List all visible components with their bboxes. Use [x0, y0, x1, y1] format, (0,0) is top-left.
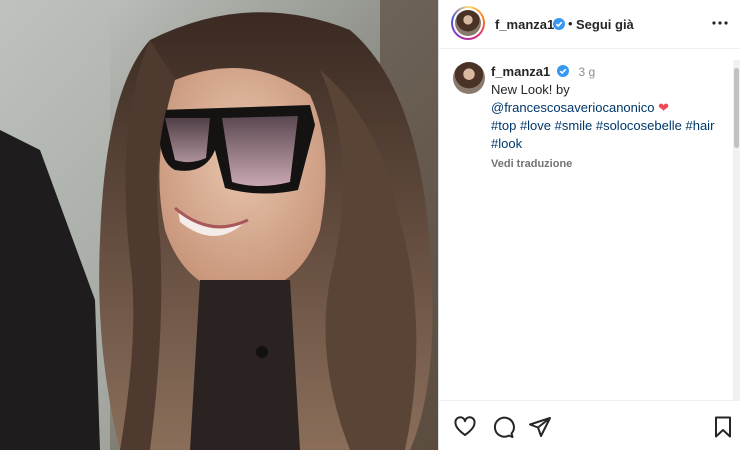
caption-avatar[interactable] [453, 62, 485, 94]
caption-username[interactable]: f_manza1 [491, 64, 550, 79]
caption-text-line1: New Look! by [491, 82, 570, 97]
hashtag-top[interactable]: #top [491, 118, 516, 133]
hashtag-look[interactable]: #look [491, 136, 522, 151]
post-actions-bar [439, 400, 740, 451]
heart-icon[interactable] [453, 415, 477, 439]
separator-dot: • [568, 16, 573, 31]
mention-link[interactable]: @francescosaveriocanonico [491, 100, 655, 115]
scrollbar[interactable] [733, 60, 740, 400]
comment-icon[interactable] [491, 415, 515, 439]
hashtag-love[interactable]: #love [520, 118, 551, 133]
more-horizontal-icon[interactable] [711, 14, 729, 32]
hashtag-hair[interactable]: #hair [685, 118, 714, 133]
woman-selfie-image [0, 0, 438, 450]
hashtag-smile[interactable]: #smile [555, 118, 593, 133]
header-username[interactable]: f_manza1 [495, 17, 554, 32]
post-details-panel: f_manza1 • Segui già f_manza1 3 g New Lo… [438, 0, 740, 450]
bookmark-icon[interactable] [711, 415, 735, 439]
avatar-image [455, 10, 481, 36]
heart-emoji: ❤ [658, 100, 670, 115]
post-photo[interactable] [0, 0, 438, 450]
follow-button[interactable]: Segui già [576, 17, 634, 32]
send-icon[interactable] [528, 415, 552, 439]
hashtag-solocosebelle[interactable]: #solocosebelle [596, 118, 682, 133]
post-caption: f_manza1 3 g New Look! by @francescosave… [491, 63, 729, 173]
avatar[interactable] [451, 6, 485, 40]
post-header: f_manza1 • Segui già [439, 0, 740, 49]
scrollbar-thumb[interactable] [734, 68, 739, 148]
see-translation-link[interactable]: Vedi traduzione [491, 155, 729, 173]
verified-badge-icon [553, 18, 565, 30]
verified-badge-icon [556, 65, 569, 77]
post-time[interactable]: 3 g [579, 65, 596, 79]
